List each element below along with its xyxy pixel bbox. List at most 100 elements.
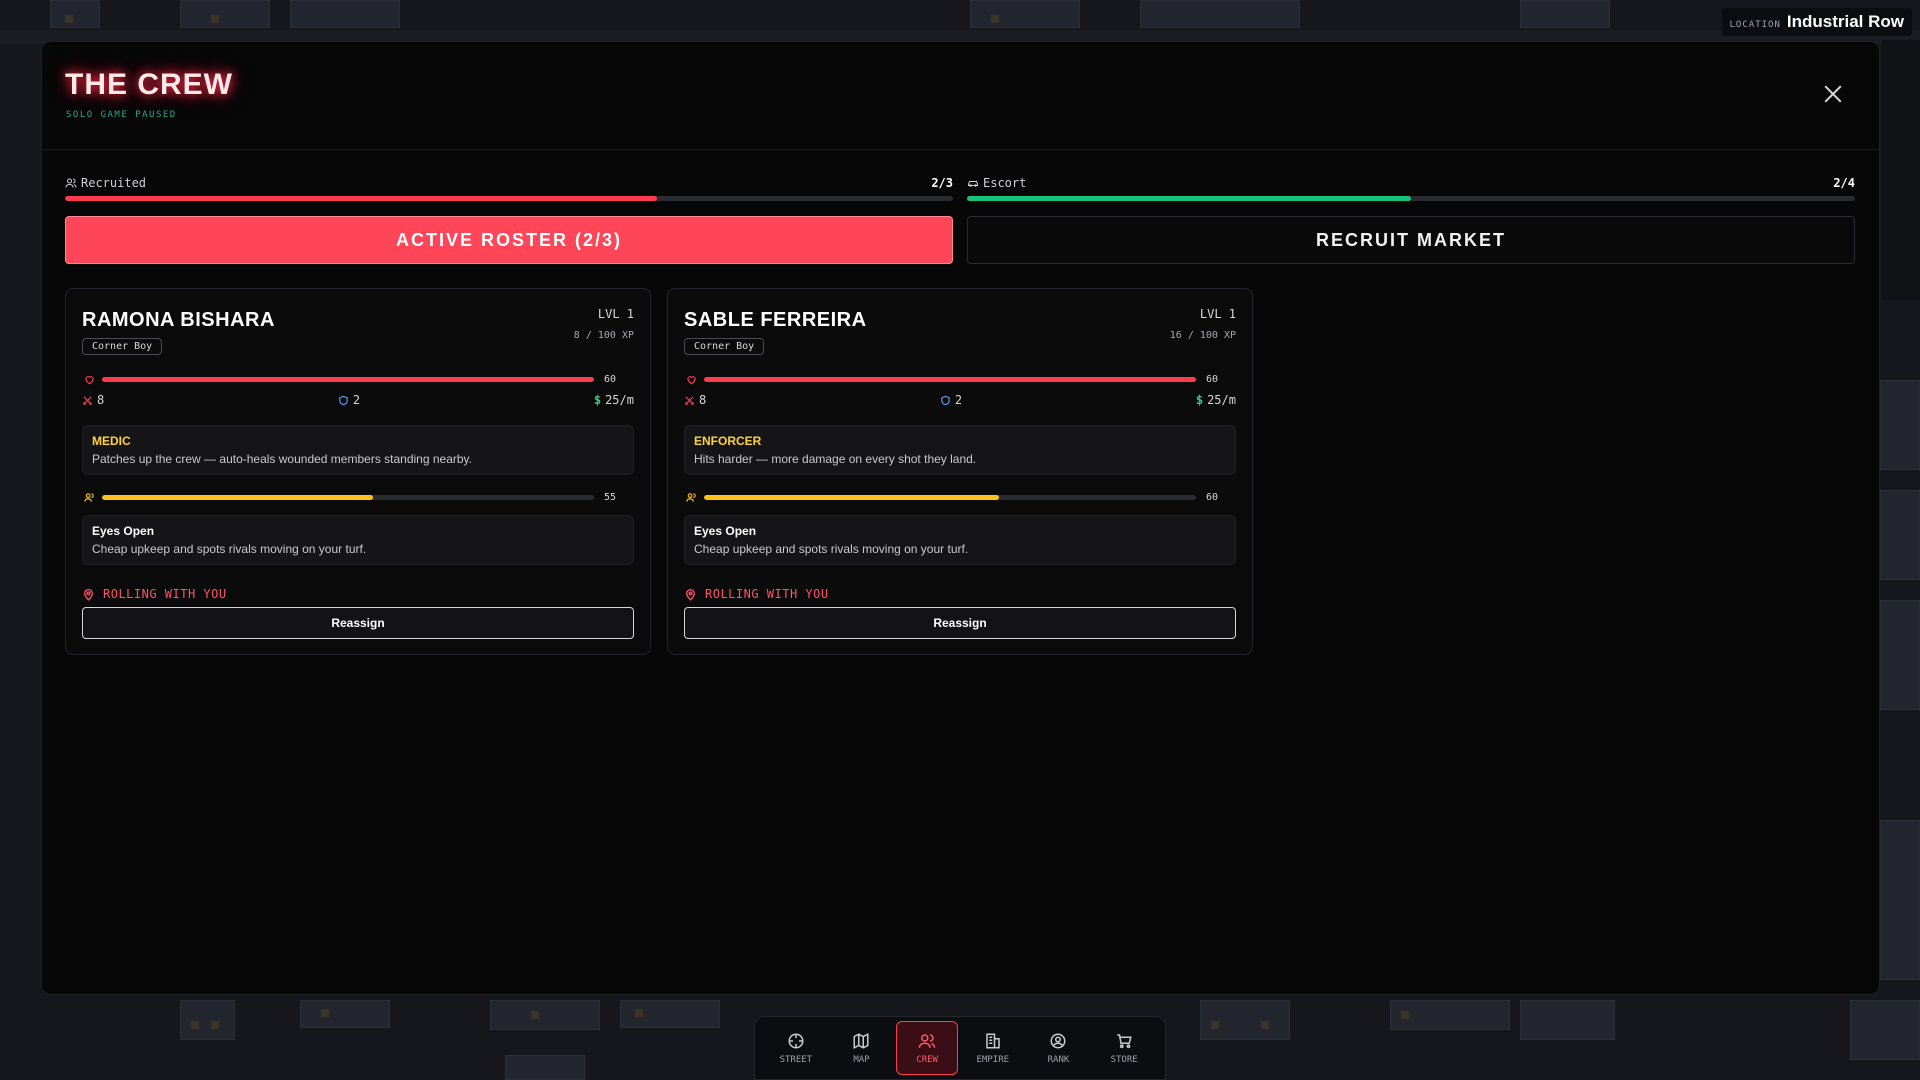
health-value: 60 — [604, 373, 617, 385]
defense-value: 2 — [954, 393, 963, 407]
escort-progress: Escort 2/4 — [967, 176, 1855, 201]
crosshair-icon — [788, 1033, 804, 1048]
specialty-title: ENFORCER — [694, 434, 762, 448]
recruited-label: Recruited — [81, 176, 147, 190]
nav-map[interactable]: MAP — [830, 1021, 892, 1075]
health-fill — [704, 376, 1196, 382]
crew-tabs: ACTIVE ROSTER (2/3) RECRUIT MARKET — [65, 216, 1855, 264]
cart-icon — [1117, 1033, 1132, 1048]
users-icon — [918, 1033, 936, 1048]
bottom-nav: STREET MAP CREW EMPIRE RANK STORE — [754, 1016, 1166, 1080]
nav-label: CREW — [916, 1054, 938, 1065]
user-circle-icon — [1050, 1033, 1066, 1048]
escort-value: 2/4 — [1833, 176, 1855, 190]
location-key: LOCATION — [1729, 20, 1781, 30]
building-icon — [986, 1033, 1000, 1048]
member-xp: 8 / 100 XP — [573, 330, 634, 341]
specialty-text: Patches up the crew — auto-heals wounded… — [92, 452, 472, 466]
member-name: SABLE FERREIRA — [684, 309, 867, 331]
shield-icon — [339, 395, 348, 405]
attack-value: 8 — [699, 393, 707, 407]
member-level: LVL 1 — [597, 307, 634, 321]
attack-value: 8 — [97, 393, 105, 407]
nav-empire[interactable]: EMPIRE — [962, 1021, 1024, 1075]
heart-icon — [82, 372, 96, 386]
tab-recruit-market[interactable]: RECRUIT MARKET — [967, 216, 1855, 264]
crew-card: SABLE FERREIRA LVL 1 16 / 100 XP Corner … — [667, 288, 1253, 655]
nav-label: EMPIRE — [976, 1054, 1010, 1065]
tab-active-roster[interactable]: ACTIVE ROSTER (2/3) — [65, 216, 953, 264]
escort-label: Escort — [983, 176, 1027, 190]
status-line: ROLLING WITH YOU — [684, 587, 829, 601]
users-icon — [82, 490, 96, 504]
wage-value: 25/m — [1207, 393, 1236, 407]
stats-row: 8 2 $25/m — [684, 393, 1236, 407]
defense-value: 2 — [352, 393, 361, 407]
specialty-box: MEDIC Patches up the crew — auto-heals w… — [82, 425, 634, 475]
trait-box: Eyes Open Cheap upkeep and spots rivals … — [82, 515, 634, 565]
member-xp: 16 / 100 XP — [1169, 330, 1236, 341]
member-level: LVL 1 — [1199, 307, 1236, 321]
location-value: Industrial Row — [1786, 12, 1904, 31]
side-minimap-panel — [1882, 40, 1920, 300]
loyalty-fill — [102, 494, 373, 500]
trait-text: Cheap upkeep and spots rivals moving on … — [92, 542, 367, 556]
modal-header: THE CREW SOLO GAME PAUSED — [42, 42, 1879, 150]
heart-icon — [684, 372, 698, 386]
loyalty-row: 60 — [684, 490, 1236, 504]
location-badge: LOCATION Industrial Row — [1721, 8, 1912, 36]
modal-title: THE CREW — [65, 68, 233, 101]
loyalty-value: 55 — [604, 491, 617, 503]
nav-label: STREET — [779, 1054, 813, 1065]
status-text: ROLLING WITH YOU — [103, 587, 227, 601]
nav-rank[interactable]: RANK — [1027, 1021, 1089, 1075]
trait-text: Cheap upkeep and spots rivals moving on … — [694, 542, 969, 556]
reassign-button[interactable]: Reassign — [82, 607, 634, 639]
role-badge: Corner Boy — [684, 338, 765, 355]
dollar-icon: $ — [1195, 393, 1204, 407]
crew-modal: THE CREW SOLO GAME PAUSED Recruited 2/3 … — [41, 41, 1880, 995]
modal-subtitle: SOLO GAME PAUSED — [66, 110, 177, 120]
role-badge: Corner Boy — [82, 338, 163, 355]
specialty-box: ENFORCER Hits harder — more damage on ev… — [684, 425, 1236, 475]
specialty-text: Hits harder — more damage on every shot … — [694, 452, 977, 466]
map-pin-icon — [84, 588, 93, 601]
trait-title: Eyes Open — [92, 524, 155, 538]
health-value: 60 — [1206, 373, 1219, 385]
stats-row: 8 2 $25/m — [82, 393, 634, 407]
loyalty-value: 60 — [1206, 491, 1219, 503]
specialty-title: MEDIC — [92, 434, 131, 448]
map-icon — [853, 1032, 869, 1049]
recruited-fill — [65, 196, 658, 201]
nav-store[interactable]: STORE — [1093, 1021, 1155, 1075]
reassign-button[interactable]: Reassign — [684, 607, 1236, 639]
member-name: RAMONA BISHARA — [82, 309, 275, 331]
nav-label: RANK — [1047, 1054, 1070, 1065]
health-row: 60 — [82, 372, 634, 386]
users-icon — [65, 178, 77, 188]
close-icon[interactable] — [1823, 84, 1843, 104]
health-row: 60 — [684, 372, 1236, 386]
users-icon — [684, 490, 698, 504]
map-pin-icon — [686, 588, 695, 601]
swords-icon — [685, 395, 694, 405]
nav-street[interactable]: STREET — [765, 1021, 827, 1075]
wage-value: 25/m — [605, 393, 634, 407]
shield-icon — [941, 395, 950, 405]
status-text: ROLLING WITH YOU — [705, 587, 829, 601]
recruited-progress: Recruited 2/3 — [65, 176, 953, 201]
loyalty-fill — [704, 494, 1000, 500]
nav-label: STORE — [1110, 1054, 1138, 1065]
trait-box: Eyes Open Cheap upkeep and spots rivals … — [684, 515, 1236, 565]
crew-card: RAMONA BISHARA LVL 1 8 / 100 XP Corner B… — [65, 288, 651, 655]
nav-crew[interactable]: CREW — [896, 1021, 959, 1075]
escort-fill — [967, 196, 1411, 201]
dollar-icon: $ — [593, 393, 602, 407]
trait-title: Eyes Open — [694, 524, 757, 538]
loyalty-row: 55 — [82, 490, 634, 504]
status-line: ROLLING WITH YOU — [82, 587, 227, 601]
recruited-value: 2/3 — [931, 176, 953, 190]
health-fill — [102, 376, 594, 382]
car-icon — [968, 181, 978, 187]
crew-progress: Recruited 2/3 Escort 2/4 — [65, 176, 1855, 206]
